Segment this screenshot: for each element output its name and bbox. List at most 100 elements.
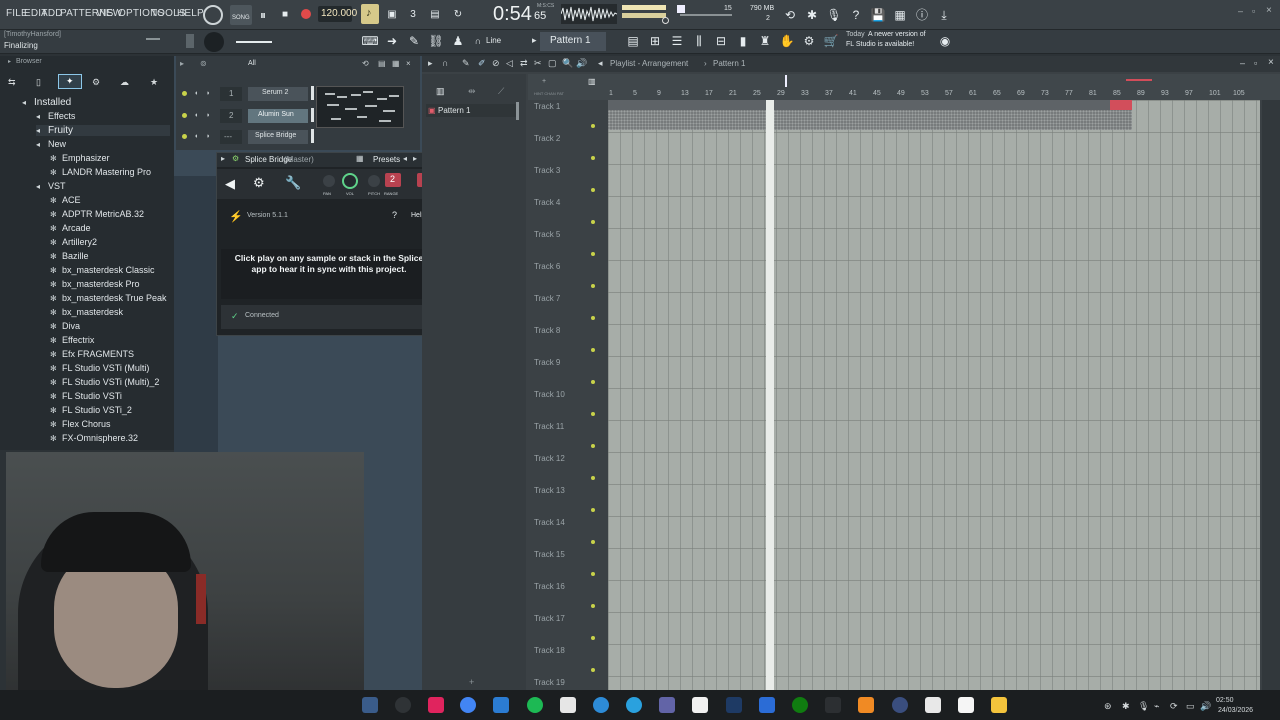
tray-network-icon[interactable]: ⌁ [1154,701,1159,712]
track-mute-led[interactable] [591,572,595,576]
notepad-icon[interactable] [692,697,708,713]
spotify-icon[interactable] [527,697,543,713]
channel-select-bar[interactable] [311,86,314,100]
paint-tool-icon[interactable]: ✐ [478,58,486,69]
pitch-knob-icon[interactable] [662,17,669,24]
channel-filter[interactable]: All [248,60,256,67]
snap-value[interactable]: Line [486,36,501,45]
browser-plugin-item[interactable]: ✻ FL Studio VSTi (Multi)_2 [50,377,159,387]
save-icon[interactable]: 💾 [869,6,887,24]
discord-icon[interactable] [892,697,908,713]
preset-prev-icon[interactable]: ◂ [403,154,407,163]
tiktok-icon[interactable] [428,697,444,713]
magnet-icon[interactable]: ∩ [469,32,487,50]
playlist-maximize-icon[interactable]: ▫ [1254,58,1257,68]
channel-rack-view-icon[interactable]: ▦ [392,59,400,68]
track-mute-led[interactable] [591,476,595,480]
breadcrumb-arrow-icon[interactable]: ◂ [598,58,603,69]
channel-mute-led[interactable] [182,91,187,96]
track-label[interactable]: Track 2 [534,134,560,143]
playlist-arrow-icon[interactable]: ▸ [428,58,433,69]
recording-knob-icon[interactable] [203,5,223,25]
browser-plugin-item[interactable]: ✻ Flex Chorus [50,419,111,429]
browser-plugin-item[interactable]: ✻ ADPTR MetricAB.32 [50,209,144,219]
undo-history-icon[interactable]: ⟲ [781,6,799,24]
master-pitch-meter[interactable] [622,13,666,18]
browser-plugin-item[interactable]: ✻ Bazille [50,251,89,261]
pen-app-icon[interactable] [825,697,841,713]
star-icon[interactable]: ★ [150,77,158,88]
picker-audio-icon[interactable]: ⇹ [468,86,476,97]
track-mute-led[interactable] [591,668,595,672]
chrome-icon[interactable] [460,697,476,713]
track-label[interactable]: Track 10 [534,390,565,399]
tempo-display[interactable]: 120.000 [318,6,357,22]
track-label[interactable]: Track 5 [534,230,560,239]
track-label[interactable]: Track 4 [534,198,560,207]
news-text-1[interactable]: A newer version of [868,31,926,38]
playlist-titlebar[interactable]: ▸ ∩ ✎ ✐ ⊘ ◁ ⇄ ✂ ▢ 🔍 🔊 ◂ Playlist - Arran… [422,56,1280,72]
browser-folder[interactable]: ◂ Installed [22,97,71,108]
keyboard-icon[interactable]: ⌨ [361,32,379,50]
piano-roll-preview[interactable] [316,86,404,128]
browser-plugin-item[interactable]: ✻ FL Studio VSTi [50,391,122,401]
news-text-2[interactable]: FL Studio is available! [846,41,914,48]
track-label[interactable]: Track 16 [534,582,565,591]
channel-number[interactable]: 1 [220,87,242,101]
touch-keyboard-icon[interactable]: ✋ [778,32,796,50]
channel-button[interactable]: Splice Bridge [248,130,308,144]
browser-plugin-item[interactable]: ✻ ACE [50,195,81,205]
record-icon[interactable] [301,9,311,19]
browser-plugin-item[interactable]: ✻ FL Studio VSTi (Multi) [50,363,149,373]
track-mute-led[interactable] [591,348,595,352]
track-label[interactable]: Track 15 [534,550,565,559]
stop-icon[interactable]: ■ [276,6,294,24]
capcut-icon[interactable] [560,697,576,713]
splice-app-icon[interactable] [925,697,941,713]
browser-plugin-item[interactable]: ✻ bx_masterdesk Pro [50,279,140,289]
playlist-icon[interactable]: ▤ [624,32,642,50]
track-label[interactable]: Track 3 [534,166,560,175]
splice-titlebar[interactable]: ▸ ⚙ Splice Bridge (Master) ▦ Presets ◂ ▸… [217,153,437,167]
tray-display-icon[interactable]: ▭ [1186,701,1195,712]
plugin-picker-icon[interactable]: ♜ [756,32,774,50]
telegram-icon[interactable] [626,697,642,713]
playlist-close-icon[interactable]: × [1268,57,1274,68]
minimize-icon[interactable]: – [1238,6,1243,16]
track-label[interactable]: Track 7 [534,294,560,303]
song-time[interactable]: 0:54 [493,3,532,26]
channel-select-bar[interactable] [311,108,314,122]
help-circle-icon[interactable]: ? [392,210,397,220]
playhead-line[interactable] [766,100,774,690]
draw-tool-icon[interactable]: ✎ [462,58,470,69]
help-icon[interactable]: ? [847,6,865,24]
channel-pan-icon[interactable]: ◖ [194,90,198,97]
step-arrow-icon[interactable]: ➜ [383,32,401,50]
loop-record-icon[interactable]: ↻ [449,6,467,24]
main-volume-slider[interactable] [146,38,160,40]
browser-arrow-icon[interactable]: ▸ [8,58,11,65]
pan-knob[interactable] [323,175,335,187]
master-knob-icon[interactable] [204,32,224,52]
track-label[interactable]: Track 14 [534,518,565,527]
photos-icon[interactable] [493,697,509,713]
channel-vol-icon[interactable]: ◗ [206,112,210,119]
browser-plugin-item[interactable]: ✻ bx_masterdesk [50,307,123,317]
browser-plugin-item[interactable]: ✻ bx_masterdesk True Peak [50,293,167,303]
browser-folder[interactable]: ◂ VST [36,181,66,191]
tray-bluetooth-icon[interactable]: ✱ [1122,701,1130,712]
channel-number[interactable]: 2 [220,109,242,123]
track-mute-led[interactable] [591,252,595,256]
track-label[interactable]: Track 18 [534,646,565,655]
tray-volume-icon[interactable]: 🔊 [1200,701,1211,712]
metronome-button[interactable]: ♪ [361,4,379,24]
track-label[interactable]: Track 1 [534,102,560,111]
globe-icon[interactable]: ◉ [936,32,954,50]
capture-icon[interactable] [958,697,974,713]
track-mute-led[interactable] [591,444,595,448]
master-volume-meter[interactable] [622,5,666,10]
track-label[interactable]: Track 19 [534,678,565,687]
channel-pan-icon[interactable]: ◖ [194,112,198,119]
tray-wifi-icon[interactable]: ⊛ [1104,701,1112,712]
menu-help[interactable]: HELP [177,8,204,19]
